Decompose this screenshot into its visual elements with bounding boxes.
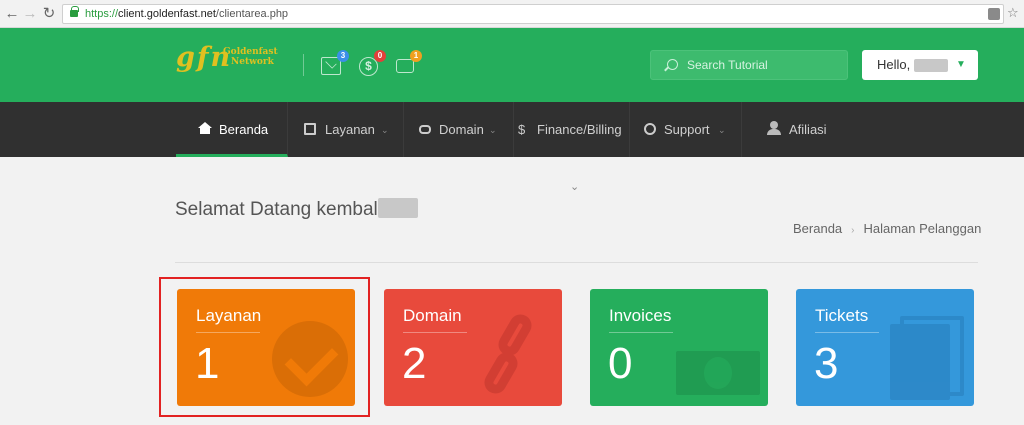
logo[interactable]: gfn Goldenfast Network xyxy=(176,42,278,82)
home-icon xyxy=(198,122,212,134)
lock-icon xyxy=(70,6,79,17)
tile-invoices[interactable]: Invoices 0 xyxy=(590,289,768,406)
list-icon xyxy=(304,123,316,135)
mail-badge: 3 xyxy=(337,50,349,62)
nav-item-layanan[interactable]: Layanan ⌄ xyxy=(288,102,404,157)
nav-item-support[interactable]: Support ⌄ xyxy=(630,102,742,157)
billing-badge: 0 xyxy=(374,50,386,62)
forward-arrow-icon[interactable]: → xyxy=(22,6,38,22)
nav-item-afiliasi[interactable]: Afiliasi xyxy=(742,102,850,157)
binoculars-icon xyxy=(419,125,431,134)
chevron-down-icon: ▼ xyxy=(956,59,966,70)
chevron-down-icon: ⌄ xyxy=(718,125,726,135)
nav-item-finance-billing[interactable]: $ Finance/Billing xyxy=(514,102,630,157)
tile-count: 3 xyxy=(814,339,839,388)
browser-toolbar: ← → ↻ https://client.goldenfast.net/clie… xyxy=(0,0,1024,28)
tile-title: Invoices xyxy=(609,306,672,325)
link-icon xyxy=(480,310,536,401)
dollar-icon[interactable]: $ 0 xyxy=(359,50,386,76)
tile-count: 0 xyxy=(608,339,633,388)
highlight-annotation xyxy=(159,277,370,417)
user-icon xyxy=(767,121,781,135)
tile-rule xyxy=(609,332,673,333)
tile-tickets[interactable]: Tickets 3 xyxy=(796,289,974,406)
user-menu-button[interactable]: Hello, ▼ xyxy=(862,50,978,80)
nav-item-beranda[interactable]: Beranda xyxy=(176,102,288,157)
username-redacted xyxy=(378,198,418,218)
support-icon xyxy=(644,123,656,135)
tile-title: Tickets xyxy=(815,306,869,325)
back-arrow-icon[interactable]: ← xyxy=(4,6,20,22)
username-redacted xyxy=(914,59,948,72)
main-navigation: Beranda Layanan ⌄ Domain ⌄ $ Finance/Bil… xyxy=(0,102,1024,157)
reload-icon[interactable]: ↻ xyxy=(41,6,57,22)
url-host: client.goldenfast.net xyxy=(118,8,216,20)
welcome-heading: Selamat Datang kembali, xyxy=(175,199,388,220)
dollar-icon: $ xyxy=(518,122,526,137)
chevron-down-icon[interactable]: ⌄ xyxy=(570,180,579,193)
logo-line-2: Network xyxy=(231,57,274,67)
chat-icon[interactable]: 1 xyxy=(396,50,422,73)
tile-domain[interactable]: Domain 2 xyxy=(384,289,562,406)
nav-label: Beranda xyxy=(219,122,269,137)
tile-count: 2 xyxy=(402,339,427,388)
nav-item-domain[interactable]: Domain ⌄ xyxy=(404,102,514,157)
url-protocol: https:// xyxy=(85,8,119,20)
chevron-right-icon: › xyxy=(851,225,855,236)
address-bar[interactable]: https://client.goldenfast.net/clientarea… xyxy=(62,4,1004,24)
header-divider xyxy=(303,54,304,76)
chevron-down-icon: ⌄ xyxy=(381,125,389,135)
divider xyxy=(175,262,978,263)
search-input[interactable] xyxy=(687,51,842,79)
hello-label: Hello, xyxy=(877,57,911,72)
search-icon xyxy=(667,59,678,70)
chat-badge: 1 xyxy=(410,50,422,62)
nav-label: Layanan xyxy=(325,122,375,137)
files-icon xyxy=(890,316,964,400)
logo-line-1: Goldenfast xyxy=(223,47,278,57)
breadcrumb-current: Halaman Pelanggan xyxy=(863,221,982,236)
tile-title: Domain xyxy=(403,306,462,325)
bookmark-star-icon[interactable]: ☆ xyxy=(1007,5,1019,21)
money-icon xyxy=(676,351,760,395)
url-path: /clientarea.php xyxy=(215,8,289,20)
tile-rule xyxy=(403,332,467,333)
nav-label: Finance/Billing xyxy=(537,122,622,137)
nav-label: Domain xyxy=(439,122,484,137)
search-box xyxy=(650,50,848,80)
mail-icon[interactable]: 3 xyxy=(321,50,349,75)
nav-label: Afiliasi xyxy=(789,122,827,137)
site-header: gfn Goldenfast Network 3 $ 0 1 Hello, ▼ xyxy=(0,28,1024,102)
breadcrumb-home[interactable]: Beranda xyxy=(793,221,842,236)
translate-icon[interactable] xyxy=(988,8,1000,20)
breadcrumb: Beranda › Halaman Pelanggan xyxy=(793,221,981,236)
chevron-down-icon: ⌄ xyxy=(489,125,497,135)
nav-label: Support xyxy=(664,122,710,137)
tile-rule xyxy=(815,332,879,333)
